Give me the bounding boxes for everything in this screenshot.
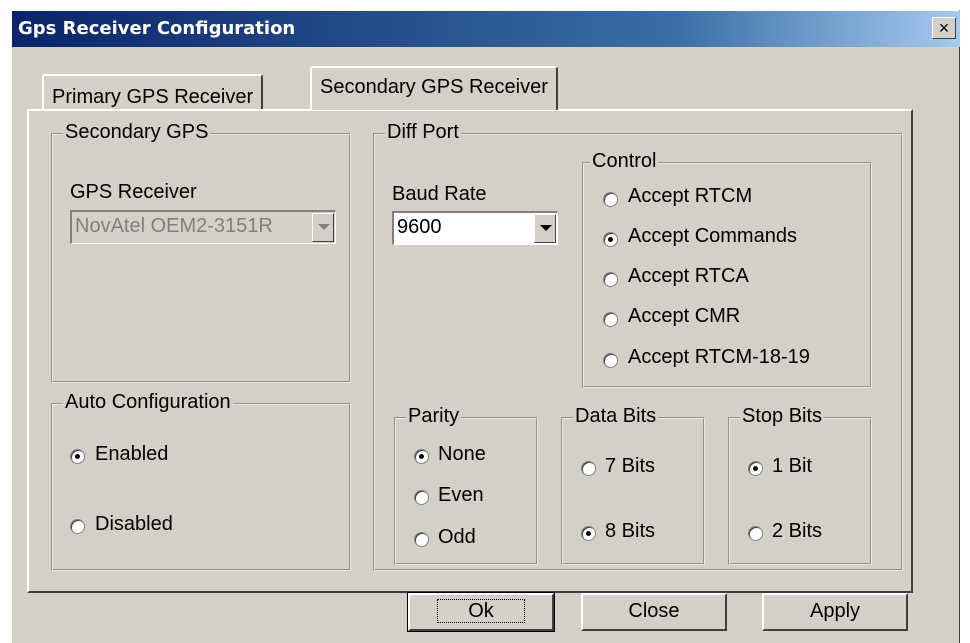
window-title: Gps Receiver Configuration bbox=[18, 18, 296, 39]
auto-config-disabled-radio[interactable] bbox=[70, 519, 85, 534]
baud-rate-select[interactable]: 9600 bbox=[392, 211, 558, 245]
group-legend: Diff Port bbox=[385, 121, 461, 144]
close-button-label: Close bbox=[628, 600, 680, 622]
baud-rate-value: 9600 bbox=[397, 216, 442, 238]
accept-cmr-radio[interactable] bbox=[603, 312, 618, 327]
group-legend: Control bbox=[590, 150, 659, 173]
group-legend: Stop Bits bbox=[740, 405, 825, 428]
ok-button-label: Ok bbox=[437, 599, 525, 623]
auto-config-enabled-radio[interactable] bbox=[70, 449, 85, 464]
parity-none-label[interactable]: None bbox=[438, 443, 486, 466]
auto-config-enabled-label[interactable]: Enabled bbox=[95, 443, 168, 466]
chevron-down-icon bbox=[312, 213, 334, 242]
control-group: Control Accept RTCM Accept Commands Acce… bbox=[582, 150, 872, 388]
apply-button-label: Apply bbox=[809, 600, 861, 622]
stop-bits-1-label[interactable]: 1 Bit bbox=[772, 455, 812, 478]
accept-rtcm-18-19-radio[interactable] bbox=[603, 353, 618, 368]
ok-button[interactable]: Ok bbox=[407, 592, 555, 632]
stop-bits-1-radio[interactable] bbox=[748, 461, 763, 476]
diff-port-group: Diff Port Baud Rate 9600 Control Accept … bbox=[373, 121, 903, 571]
parity-even-label[interactable]: Even bbox=[438, 484, 484, 507]
close-icon[interactable]: × bbox=[932, 17, 956, 39]
parity-odd-label[interactable]: Odd bbox=[438, 526, 476, 549]
group-legend: Data Bits bbox=[573, 405, 659, 428]
accept-rtcm-18-19-label[interactable]: Accept RTCM-18-19 bbox=[628, 346, 810, 369]
gps-receiver-value: NovAtel OEM2-3151R bbox=[75, 215, 273, 237]
title-bar[interactable]: Gps Receiver Configuration × bbox=[12, 11, 960, 47]
chevron-down-icon[interactable] bbox=[534, 214, 556, 243]
stop-bits-2-label[interactable]: 2 Bits bbox=[772, 520, 822, 543]
group-legend: Secondary GPS bbox=[63, 121, 211, 144]
gps-receiver-select: NovAtel OEM2-3151R bbox=[70, 210, 336, 244]
data-bits-8-label[interactable]: 8 Bits bbox=[605, 520, 655, 543]
tab-secondary-gps[interactable]: Secondary GPS Receiver bbox=[310, 66, 558, 110]
tab-label: Primary GPS Receiver bbox=[52, 86, 254, 108]
accept-commands-label[interactable]: Accept Commands bbox=[628, 225, 797, 248]
accept-cmr-label[interactable]: Accept CMR bbox=[628, 305, 740, 328]
data-bits-8-radio[interactable] bbox=[581, 526, 596, 541]
accept-rtca-label[interactable]: Accept RTCA bbox=[628, 265, 749, 288]
data-bits-group: Data Bits 7 Bits 8 Bits bbox=[561, 405, 705, 565]
auto-config-group: Auto Configuration Enabled Disabled bbox=[51, 391, 351, 571]
parity-odd-radio[interactable] bbox=[414, 532, 429, 547]
stop-bits-group: Stop Bits 1 Bit 2 Bits bbox=[728, 405, 872, 565]
parity-none-radio[interactable] bbox=[414, 449, 429, 464]
baud-rate-label: Baud Rate bbox=[392, 183, 487, 205]
tab-label: Secondary GPS Receiver bbox=[320, 76, 548, 98]
gps-config-dialog: Gps Receiver Configuration × Primary GPS… bbox=[11, 10, 960, 643]
accept-rtca-radio[interactable] bbox=[603, 272, 618, 287]
auto-config-disabled-label[interactable]: Disabled bbox=[95, 513, 173, 536]
accept-rtcm-radio[interactable] bbox=[603, 192, 618, 207]
data-bits-7-label[interactable]: 7 Bits bbox=[605, 455, 655, 478]
parity-group: Parity None Even Odd bbox=[394, 405, 538, 565]
accept-commands-radio[interactable] bbox=[603, 232, 618, 247]
group-legend: Parity bbox=[406, 405, 462, 428]
data-bits-7-radio[interactable] bbox=[581, 461, 596, 476]
accept-rtcm-label[interactable]: Accept RTCM bbox=[628, 185, 752, 208]
apply-button[interactable]: Apply bbox=[762, 593, 908, 631]
close-button[interactable]: Close bbox=[581, 593, 727, 631]
group-legend: Auto Configuration bbox=[63, 391, 233, 414]
tab-panel: Secondary GPS GPS Receiver NovAtel OEM2-… bbox=[27, 109, 913, 593]
tab-primary-gps[interactable]: Primary GPS Receiver bbox=[42, 74, 264, 114]
stop-bits-2-radio[interactable] bbox=[748, 526, 763, 541]
secondary-gps-group: Secondary GPS GPS Receiver NovAtel OEM2-… bbox=[51, 121, 351, 383]
gps-receiver-label: GPS Receiver bbox=[70, 181, 197, 203]
parity-even-radio[interactable] bbox=[414, 490, 429, 505]
